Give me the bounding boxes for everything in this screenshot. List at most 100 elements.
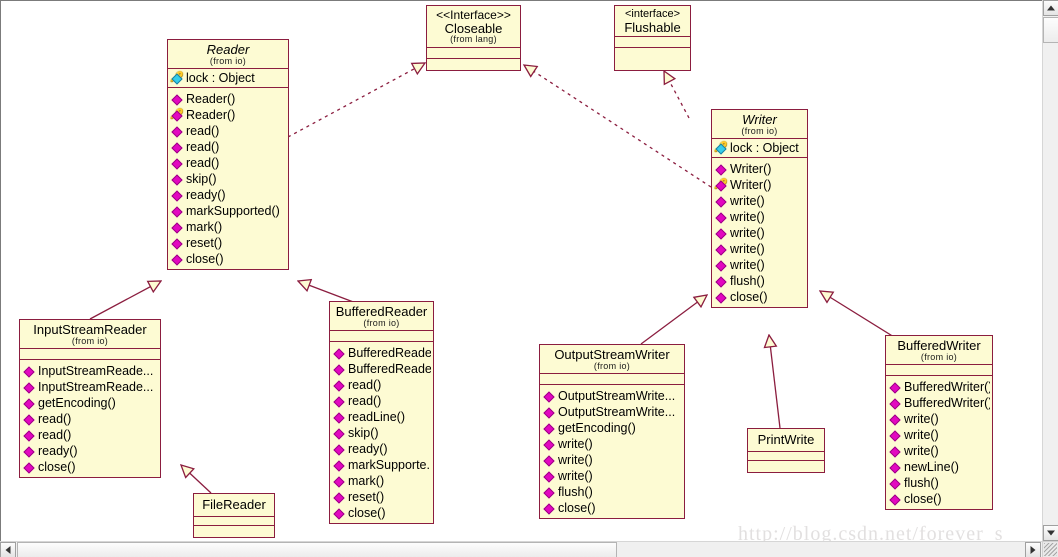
member-row[interactable]: BufferedReade... <box>332 345 431 361</box>
member-row[interactable]: markSupported() <box>170 203 286 219</box>
class-box-reader[interactable]: Reader (from io) lock : Object Reader()R… <box>167 39 289 271</box>
member-row[interactable]: read() <box>332 393 431 409</box>
member-row[interactable]: newLine() <box>888 459 990 475</box>
scroll-left-button[interactable] <box>0 542 16 557</box>
member-row[interactable]: read() <box>170 139 286 155</box>
class-name: Writer <box>742 112 777 127</box>
class-package: (from io) <box>920 351 958 362</box>
class-box-writer[interactable]: Writer (from io) lock : Object Writer()W… <box>711 109 808 309</box>
member-row[interactable]: getEncoding() <box>542 420 682 436</box>
member-row[interactable]: close() <box>542 500 682 516</box>
member-row[interactable]: Writer() <box>714 161 805 177</box>
member-row[interactable]: close() <box>888 491 990 507</box>
class-box-flushable[interactable]: <interface> Flushable <box>614 5 691 72</box>
member-label: skip() <box>348 426 379 441</box>
diamond-icon <box>171 206 183 218</box>
horizontal-scrollbar[interactable] <box>0 541 1042 557</box>
diamond-icon <box>333 348 345 360</box>
member-row[interactable]: BufferedWriter() <box>888 395 990 411</box>
vertical-scroll-thumb[interactable] <box>1043 17 1058 43</box>
diamond-icon <box>333 428 345 440</box>
member-row[interactable]: write() <box>542 468 682 484</box>
member-row[interactable]: close() <box>170 251 286 267</box>
diamond-icon <box>23 462 35 474</box>
member-row[interactable]: write() <box>542 452 682 468</box>
member-row[interactable]: write() <box>714 257 805 273</box>
member-label: mark() <box>348 474 385 489</box>
public-member-icon <box>543 407 555 419</box>
member-label: close() <box>348 506 386 521</box>
class-box-filereader[interactable]: FileReader <box>193 493 275 538</box>
horizontal-scroll-thumb[interactable] <box>17 542 617 557</box>
scroll-down-button[interactable] <box>1043 525 1058 541</box>
class-box-closeable[interactable]: <<Interface>> Closeable (from lang) <box>426 5 521 71</box>
member-row[interactable]: Reader() <box>170 91 286 107</box>
member-row[interactable]: lock : Object <box>714 140 805 156</box>
scroll-up-button[interactable] <box>1043 0 1058 16</box>
member-row[interactable]: lock : Object <box>170 70 286 86</box>
diamond-icon <box>23 446 35 458</box>
member-row[interactable]: write() <box>714 225 805 241</box>
vertical-scrollbar[interactable] <box>1042 0 1058 541</box>
member-row[interactable]: ready() <box>22 443 158 459</box>
class-box-outputstreamwriter[interactable]: OutputStreamWriter (from io) OutputStrea… <box>539 344 685 520</box>
member-row[interactable]: BufferedReade... <box>332 361 431 377</box>
member-row[interactable]: close() <box>22 459 158 475</box>
public-member-icon <box>171 238 183 250</box>
member-row[interactable]: OutputStreamWrite... <box>542 404 682 420</box>
member-row[interactable]: read() <box>332 377 431 393</box>
class-box-bufferedreader[interactable]: BufferedReader (from io) BufferedReade..… <box>329 301 434 525</box>
member-row[interactable]: close() <box>714 289 805 305</box>
member-row[interactable]: ready() <box>170 187 286 203</box>
member-row[interactable]: ready() <box>332 441 431 457</box>
class-box-bufferedwriter[interactable]: BufferedWriter (from io) BufferedWriter(… <box>885 335 993 511</box>
member-row[interactable]: write() <box>714 193 805 209</box>
class-box-inputstreamreader[interactable]: InputStreamReader (from io) InputStreamR… <box>19 319 161 479</box>
member-label: write() <box>730 258 765 273</box>
member-row[interactable]: write() <box>714 209 805 225</box>
diagram-canvas[interactable]: <<Interface>> Closeable (from lang) <int… <box>0 0 1042 541</box>
member-row[interactable]: mark() <box>170 219 286 235</box>
member-label: lock : Object <box>730 141 799 156</box>
member-label: InputStreamReade... <box>38 364 154 379</box>
member-row[interactable]: Reader() <box>170 107 286 123</box>
member-row[interactable]: write() <box>542 436 682 452</box>
member-row[interactable]: flush() <box>542 484 682 500</box>
chevron-left-icon <box>5 546 11 554</box>
edge-filereader-inputstreamreader <box>181 465 212 494</box>
member-row[interactable]: markSupporte... <box>332 457 431 473</box>
resize-grip[interactable] <box>1042 541 1058 557</box>
member-row[interactable]: write() <box>888 443 990 459</box>
protected-member-icon <box>171 110 183 122</box>
member-row[interactable]: read() <box>170 155 286 171</box>
member-row[interactable]: readLine() <box>332 409 431 425</box>
member-row[interactable]: flush() <box>888 475 990 491</box>
member-row[interactable]: write() <box>714 241 805 257</box>
member-label: write() <box>904 444 939 459</box>
member-row[interactable]: close() <box>332 505 431 521</box>
member-row[interactable]: reset() <box>170 235 286 251</box>
member-row[interactable]: getEncoding() <box>22 395 158 411</box>
diamond-icon <box>715 164 727 176</box>
member-label: close() <box>186 252 224 267</box>
member-row[interactable]: Writer() <box>714 177 805 193</box>
member-row[interactable]: reset() <box>332 489 431 505</box>
scroll-right-button[interactable] <box>1025 542 1041 557</box>
member-row[interactable]: OutputStreamWrite... <box>542 388 682 404</box>
member-row[interactable]: write() <box>888 427 990 443</box>
class-header-printwrite: PrintWrite <box>748 429 824 452</box>
member-row[interactable]: flush() <box>714 273 805 289</box>
class-box-printwrite[interactable]: PrintWrite <box>747 428 825 473</box>
member-row[interactable]: skip() <box>332 425 431 441</box>
member-row[interactable]: skip() <box>170 171 286 187</box>
class-name: Flushable <box>624 19 681 35</box>
member-row[interactable]: BufferedWriter() <box>888 379 990 395</box>
member-row[interactable]: write() <box>888 411 990 427</box>
member-row[interactable]: mark() <box>332 473 431 489</box>
member-row[interactable]: read() <box>170 123 286 139</box>
member-row[interactable]: read() <box>22 427 158 443</box>
member-row[interactable]: InputStreamReade... <box>22 363 158 379</box>
member-row[interactable]: read() <box>22 411 158 427</box>
member-row[interactable]: InputStreamReade... <box>22 379 158 395</box>
class-header-outputstreamwriter: OutputStreamWriter (from io) <box>540 345 684 375</box>
